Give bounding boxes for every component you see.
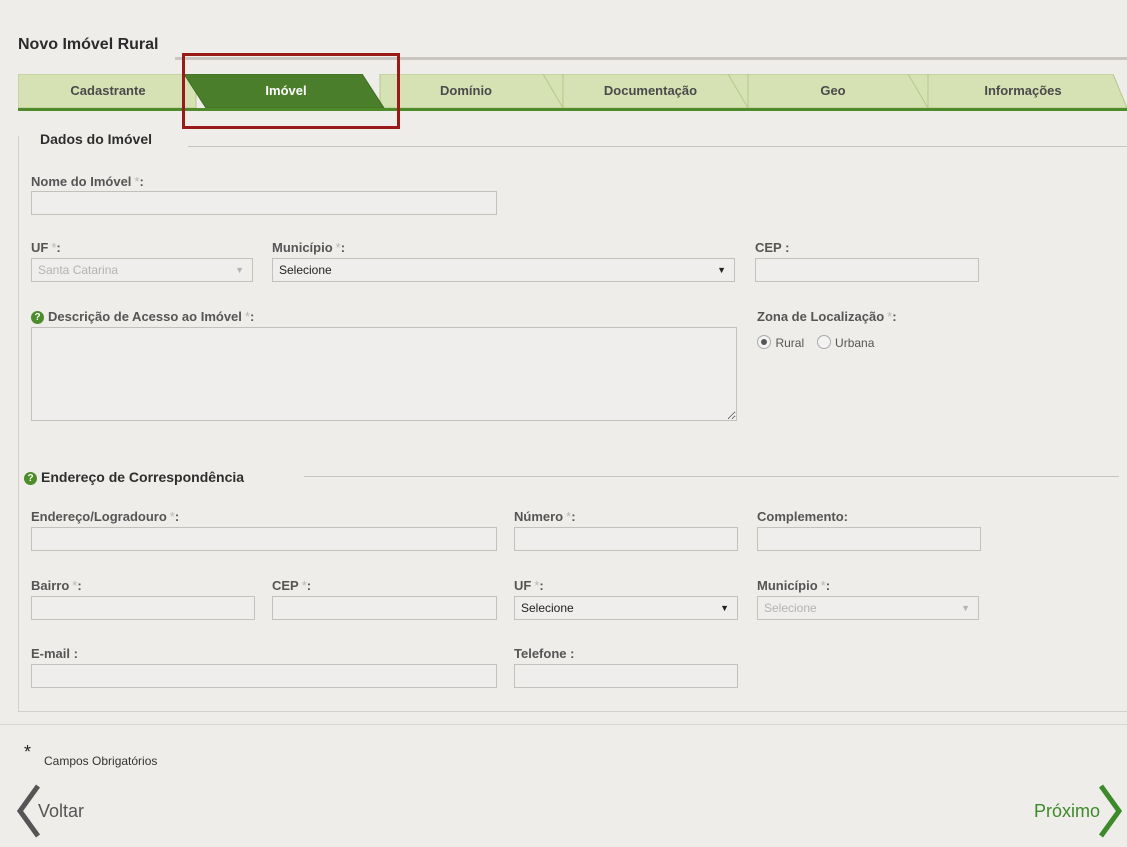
tab-geo[interactable]: Geo bbox=[743, 74, 923, 108]
telefone-input[interactable] bbox=[514, 664, 738, 688]
nome-imovel-label: Nome do Imóvel *: bbox=[31, 174, 144, 189]
descricao-label: ? Descrição de Acesso ao Imóvel *: bbox=[31, 309, 254, 324]
bairro-label: Bairro *: bbox=[31, 578, 82, 593]
municipio-endereco-label: Município *: bbox=[757, 578, 831, 593]
next-button[interactable]: Próximo bbox=[1034, 801, 1100, 822]
email-label: E-mail : bbox=[31, 646, 78, 661]
cep-label: CEP : bbox=[755, 240, 790, 255]
section-divider bbox=[304, 476, 1119, 477]
dropdown-arrow-icon: ▼ bbox=[717, 265, 726, 275]
logradouro-label: Endereço/Logradouro *: bbox=[31, 509, 180, 524]
nome-imovel-input[interactable] bbox=[31, 191, 497, 215]
footer-divider bbox=[0, 724, 1127, 725]
back-button[interactable]: Voltar bbox=[38, 801, 84, 822]
section-divider bbox=[188, 146, 1127, 147]
section-title-endereco: ? Endereço de Correspondência bbox=[24, 469, 244, 485]
complemento-input[interactable] bbox=[757, 527, 981, 551]
required-star: * bbox=[24, 742, 32, 762]
numero-label: Número *: bbox=[514, 509, 576, 524]
dropdown-arrow-icon: ▼ bbox=[961, 603, 970, 613]
municipio-label: Município *: bbox=[272, 240, 346, 255]
dropdown-arrow-icon: ▼ bbox=[235, 265, 244, 275]
chevron-right-icon[interactable] bbox=[1097, 782, 1125, 840]
numero-input[interactable] bbox=[514, 527, 738, 551]
municipio-select[interactable]: Selecione ▼ bbox=[272, 258, 735, 282]
form-panel bbox=[18, 136, 1127, 712]
tab-informacoes[interactable]: Informações bbox=[923, 74, 1123, 108]
required-note: Campos Obrigatórios bbox=[44, 754, 158, 768]
help-icon[interactable]: ? bbox=[31, 311, 44, 324]
zona-label: Zona de Localização *: bbox=[757, 309, 897, 324]
cep-input[interactable] bbox=[755, 258, 979, 282]
logradouro-input[interactable] bbox=[31, 527, 497, 551]
uf-endereco-select[interactable]: Selecione ▼ bbox=[514, 596, 738, 620]
radio-rural[interactable] bbox=[757, 335, 771, 349]
radio-rural-label: Rural bbox=[775, 336, 805, 350]
complemento-label: Complemento: bbox=[757, 509, 848, 524]
tab-cadastrante[interactable]: Cadastrante bbox=[18, 74, 198, 108]
tab-documentacao[interactable]: Documentação bbox=[558, 74, 743, 108]
cep-endereco-label: CEP *: bbox=[272, 578, 312, 593]
tab-dominio[interactable]: Domínio bbox=[376, 74, 556, 108]
email-input[interactable] bbox=[31, 664, 497, 688]
uf-endereco-label: UF *: bbox=[514, 578, 544, 593]
bairro-input[interactable] bbox=[31, 596, 255, 620]
help-icon[interactable]: ? bbox=[24, 472, 37, 485]
cep-endereco-input[interactable] bbox=[272, 596, 497, 620]
radio-urbana-label: Urbana bbox=[835, 336, 875, 350]
dropdown-arrow-icon: ▼ bbox=[720, 603, 729, 613]
radio-urbana[interactable] bbox=[816, 335, 831, 349]
descricao-textarea[interactable] bbox=[31, 327, 737, 421]
uf-select: Santa Catarina ▼ bbox=[31, 258, 253, 282]
zona-radio-group: Rural Urbana bbox=[757, 334, 874, 352]
page-title: Novo Imóvel Rural bbox=[18, 36, 159, 53]
municipio-endereco-select: Selecione ▼ bbox=[757, 596, 979, 620]
highlight-box bbox=[182, 53, 400, 129]
section-title-dados: Dados do Imóvel bbox=[40, 131, 153, 147]
uf-label: UF *: bbox=[31, 240, 61, 255]
telefone-label: Telefone : bbox=[514, 646, 575, 661]
